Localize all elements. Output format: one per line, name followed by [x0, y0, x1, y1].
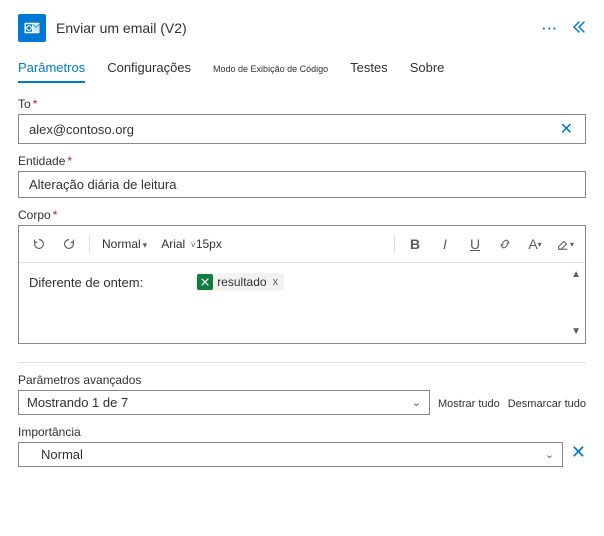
tab-code-view[interactable]: Modo de Exibição de Código: [213, 64, 328, 80]
tab-parameters[interactable]: Parâmetros: [18, 60, 85, 83]
toolbar-separator: [89, 235, 90, 253]
tab-bar: Parâmetros Configurações Modo de Exibiçã…: [18, 60, 586, 83]
show-all-link[interactable]: Mostrar tudo: [438, 398, 500, 410]
bold-button[interactable]: B: [403, 232, 427, 256]
undo-button[interactable]: [27, 232, 51, 256]
advanced-params-label: Parâmetros avançados: [18, 373, 430, 387]
body-label: Corpo*: [18, 208, 586, 222]
body-content[interactable]: Diferente de ontem: resultado x ▲ ▼: [19, 263, 585, 343]
font-family-select[interactable]: Arial ˅15px: [157, 235, 226, 253]
underline-button[interactable]: U: [463, 232, 487, 256]
tab-about[interactable]: Sobre: [410, 60, 445, 81]
panel-title: Enviar um email (V2): [56, 20, 532, 36]
excel-icon: [197, 274, 213, 290]
entity-input-row: [18, 171, 586, 198]
to-input-row: ✕: [18, 114, 586, 144]
outlook-icon: [18, 14, 46, 42]
importance-clear-button[interactable]: ✕: [571, 442, 586, 467]
redo-button[interactable]: [57, 232, 81, 256]
paragraph-style-select[interactable]: Normal▾: [98, 235, 151, 253]
importance-label: Importância: [18, 425, 563, 439]
entity-label: Entidade*: [18, 154, 586, 168]
italic-button[interactable]: I: [433, 232, 457, 256]
highlight-button[interactable]: ▾: [553, 232, 577, 256]
tab-tests[interactable]: Testes: [350, 60, 388, 81]
dynamic-token-resultado[interactable]: resultado x: [195, 273, 284, 291]
section-divider: [18, 362, 586, 363]
clear-all-link[interactable]: Desmarcar tudo: [508, 398, 586, 410]
toolbar-separator: [394, 235, 395, 253]
tab-settings[interactable]: Configurações: [107, 60, 191, 81]
collapse-icon[interactable]: [570, 19, 586, 38]
font-color-button[interactable]: A▾: [523, 232, 547, 256]
chevron-down-icon: ⌄: [545, 448, 554, 461]
editor-toolbar: Normal▾ Arial ˅15px B I U A▾ ▾: [19, 226, 585, 263]
body-text: Diferente de ontem:: [29, 275, 143, 290]
advanced-params-select[interactable]: Mostrando 1 de 7 ⌄: [18, 390, 430, 415]
to-label: To*: [18, 97, 586, 111]
token-remove-button[interactable]: x: [273, 276, 279, 288]
importance-select[interactable]: Normal ⌄: [18, 442, 563, 467]
to-input[interactable]: [27, 121, 556, 138]
to-clear-button[interactable]: ✕: [556, 119, 577, 139]
link-button[interactable]: [493, 232, 517, 256]
chevron-down-icon: ⌄: [412, 396, 421, 409]
body-editor: Normal▾ Arial ˅15px B I U A▾ ▾ Diferente…: [18, 225, 586, 344]
scroll-up-icon[interactable]: ▲: [571, 269, 581, 280]
scroll-down-icon[interactable]: ▼: [571, 326, 581, 337]
panel-header: Enviar um email (V2) ···: [18, 14, 586, 42]
entity-input[interactable]: [27, 176, 577, 193]
more-actions-button[interactable]: ···: [542, 21, 558, 36]
